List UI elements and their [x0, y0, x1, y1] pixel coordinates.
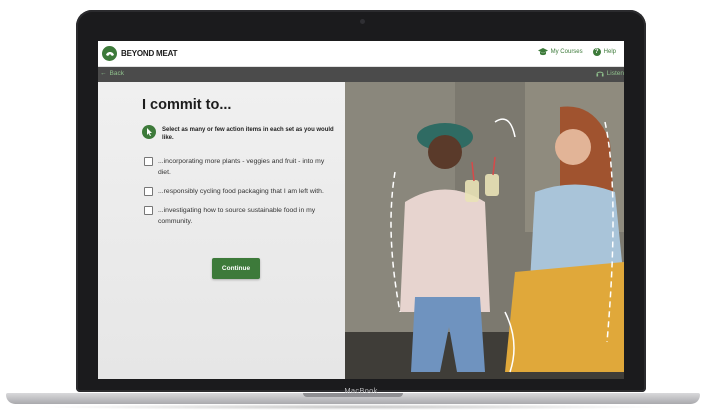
hero-photo: [345, 82, 624, 379]
listen-button[interactable]: Listen: [596, 70, 624, 77]
checkbox[interactable]: [144, 187, 153, 196]
commit-option[interactable]: ...investigating how to source sustainab…: [144, 205, 334, 227]
brand[interactable]: BEYOND MEAT: [102, 46, 178, 61]
instruction-text: Select as many or few action items in ea…: [162, 127, 334, 141]
brand-name: BEYOND MEAT: [121, 49, 178, 58]
my-courses-label: My Courses: [550, 49, 583, 55]
laptop-shadow: [36, 404, 670, 410]
headphones-icon: [596, 71, 604, 77]
help-link[interactable]: ? Help: [592, 48, 616, 56]
page-title: I commit to...: [142, 97, 232, 113]
commit-option-label: ...responsibly cycling food packaging th…: [158, 188, 324, 195]
laptop-notch: [303, 393, 403, 397]
commit-option-label: ...incorporating more plants - veggies a…: [158, 158, 325, 176]
laptop-base: [6, 393, 700, 404]
listen-label: Listen: [606, 70, 624, 77]
continue-button[interactable]: Continue: [212, 258, 260, 279]
back-button[interactable]: ← Back: [100, 70, 124, 77]
commit-option[interactable]: ...responsibly cycling food packaging th…: [144, 186, 334, 197]
back-label: Back: [109, 70, 124, 77]
commit-panel: I commit to... Select as many or few act…: [98, 82, 345, 379]
instruction: Select as many or few action items in ea…: [142, 125, 342, 142]
arrow-left-icon: ←: [100, 70, 107, 77]
app-screen: BEYOND MEAT My Courses ? Help ← Back Lis…: [98, 41, 624, 379]
laptop-lid: BEYOND MEAT My Courses ? Help ← Back Lis…: [76, 10, 646, 395]
checkbox[interactable]: [144, 157, 153, 166]
graduation-cap-icon: [537, 48, 548, 56]
top-bar: BEYOND MEAT My Courses ? Help: [98, 41, 624, 67]
sub-bar: ← Back Listen: [98, 67, 624, 82]
my-courses-link[interactable]: My Courses: [537, 48, 583, 56]
top-nav: My Courses ? Help: [537, 48, 616, 56]
beyond-meat-logo-icon: [102, 46, 117, 61]
friends-toasting-photo: [345, 82, 624, 379]
help-label: Help: [603, 49, 616, 55]
commit-option-label: ...investigating how to source sustainab…: [158, 207, 316, 225]
checkbox[interactable]: [144, 206, 153, 215]
help-icon: ?: [592, 48, 601, 56]
commit-options: ...incorporating more plants - veggies a…: [144, 156, 334, 235]
commit-option[interactable]: ...incorporating more plants - veggies a…: [144, 156, 334, 178]
camera-icon: [360, 19, 365, 24]
pointer-icon: [142, 125, 156, 139]
